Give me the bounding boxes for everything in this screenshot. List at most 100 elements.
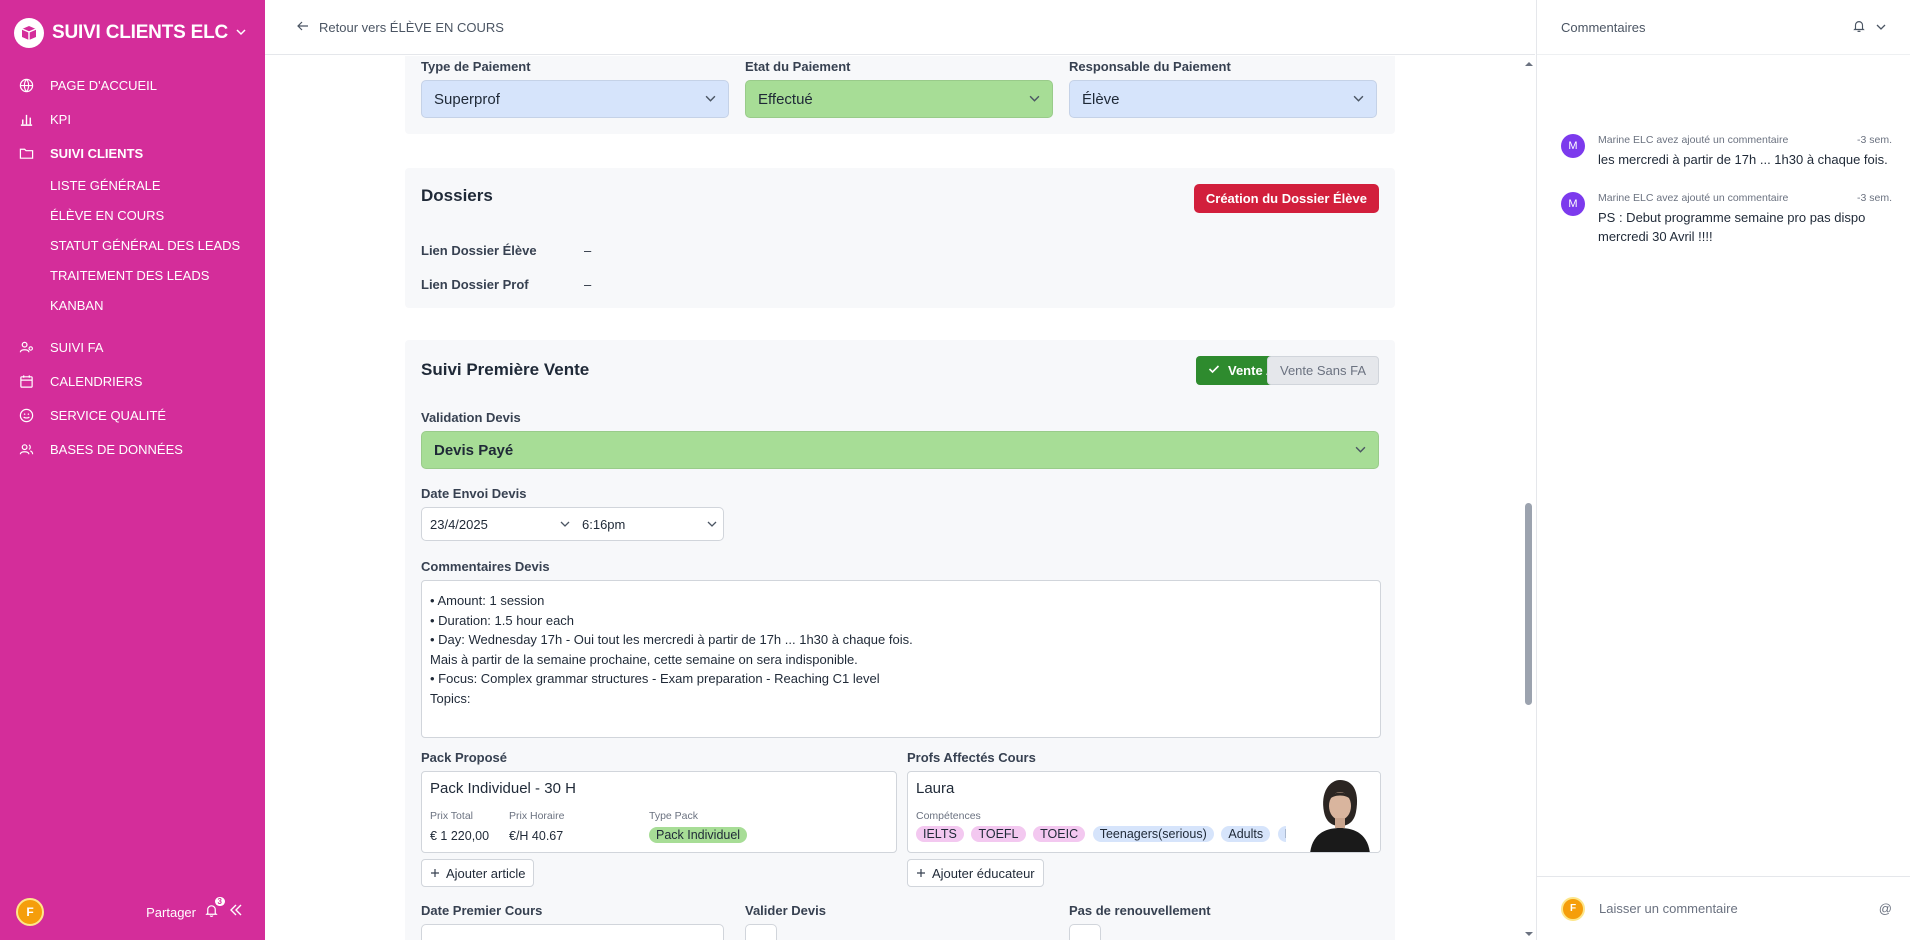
sidebar-subitem-traitement[interactable]: TRAITEMENT DES LEADS xyxy=(0,260,265,290)
premiere-vente-section: Suivi Première Vente Vente Avec FA Vente… xyxy=(405,340,1395,940)
date-premier-cours-field[interactable] xyxy=(421,924,724,940)
dossiers-title: Dossiers xyxy=(421,186,493,205)
comment-item: M Marine ELC avez ajouté un commentaire -… xyxy=(1561,134,1892,169)
comment-item: M Marine ELC avez ajouté un commentaire -… xyxy=(1561,192,1892,246)
comment-input[interactable]: Laisser un commentaire xyxy=(1599,901,1738,916)
comment-action: avez ajouté un commentaire xyxy=(1656,134,1789,146)
prix-horaire-value: €/H 40.67 xyxy=(509,829,564,843)
competence-tag: TOEIC xyxy=(1033,826,1086,842)
scroll-down-icon[interactable] xyxy=(1523,928,1535,940)
dossier-eleve-value[interactable]: – xyxy=(584,243,591,258)
workspace-switcher[interactable]: SUIVI CLIENTS ELC xyxy=(14,18,246,48)
bell-icon xyxy=(204,905,219,921)
app-name: SUIVI CLIENTS ELC xyxy=(52,22,229,43)
chevron-down-icon xyxy=(1029,91,1040,108)
comment-time: -3 sem. xyxy=(1856,134,1892,146)
sidebar-subitem-kanban[interactable]: KANBAN xyxy=(0,290,265,320)
collapse-sidebar-icon[interactable] xyxy=(229,903,243,922)
pack-card[interactable]: Pack Individuel - 30 H Prix Total € 1 22… xyxy=(421,771,897,853)
competences-tags: IELTS TOEFL TOEIC Teenagers(serious) Adu… xyxy=(916,826,1286,842)
payment-resp-select[interactable]: Élève xyxy=(1069,80,1377,118)
payment-resp-label: Responsable du Paiement xyxy=(1069,59,1231,74)
sidebar-item-label: PAGE D'ACCUEIL xyxy=(50,77,157,93)
validation-devis-label: Validation Devis xyxy=(421,410,521,425)
comment-avatar: M xyxy=(1561,134,1585,158)
chevron-down-icon xyxy=(1355,442,1366,459)
date-envoi-field: 23/4/2025 6:16pm xyxy=(421,507,724,541)
chevron-down-icon xyxy=(236,26,246,40)
comments-title: Commentaires xyxy=(1561,19,1646,35)
validation-devis-select[interactable]: Devis Payé xyxy=(421,431,1379,469)
date-envoi-value[interactable]: 23/4/2025 xyxy=(430,517,488,532)
sidebar-item-kpi[interactable]: KPI xyxy=(0,102,265,136)
add-educateur-button[interactable]: Ajouter éducateur xyxy=(907,859,1044,887)
pas-renouvellement-label: Pas de renouvellement xyxy=(1069,903,1211,918)
comments-notify-button[interactable] xyxy=(1852,19,1886,36)
sidebar-item-suivi-fa[interactable]: SUIVI FA xyxy=(0,330,265,364)
type-pack-tag: Pack Individuel xyxy=(649,827,748,843)
comment-text: les mercredi à partir de 17h ... 1h30 à … xyxy=(1598,152,1888,167)
prix-total-value: € 1 220,00 xyxy=(430,829,490,843)
comment-author: Marine ELC xyxy=(1598,192,1654,204)
arrow-left-icon[interactable] xyxy=(297,20,309,35)
sidebar-footer: F Partager 3 xyxy=(0,884,265,940)
comments-header: Commentaires xyxy=(1537,0,1910,55)
sidebar-subitem-eleve[interactable]: ÉLÈVE EN COURS xyxy=(0,200,265,230)
sidebar-item-label: BASES DE DONNÉES xyxy=(50,441,183,457)
dossier-prof-value[interactable]: – xyxy=(584,277,591,292)
sidebar-item-accueil[interactable]: PAGE D'ACCUEIL xyxy=(0,68,265,102)
pack-propose-label: Pack Proposé xyxy=(421,750,507,765)
chevron-down-icon[interactable] xyxy=(707,517,717,532)
valider-devis-checkbox[interactable] xyxy=(745,924,777,940)
dossiers-section: Dossiers Création du Dossier Élève Lien … xyxy=(405,168,1395,308)
comment-text: PS : Debut programme semaine pro pas dis… xyxy=(1598,210,1866,244)
date-premier-cours-label: Date Premier Cours xyxy=(421,903,543,918)
chevron-down-icon[interactable] xyxy=(560,517,570,532)
payment-state-select[interactable]: Effectué xyxy=(745,80,1053,118)
mention-icon[interactable]: @ xyxy=(1879,901,1892,916)
vente-sans-fa-button[interactable]: Vente Sans FA xyxy=(1266,356,1379,385)
user-avatar[interactable]: F xyxy=(16,898,44,926)
add-article-button[interactable]: Ajouter article xyxy=(421,859,535,887)
users-icon xyxy=(18,441,34,457)
sidebar-subitem-statut[interactable]: STATUT GÉNÉRAL DES LEADS xyxy=(0,230,265,260)
app-logo-icon xyxy=(14,18,44,48)
prix-horaire-label: Prix Horaire xyxy=(509,810,565,822)
sidebar-subitem-liste[interactable]: LISTE GÉNÉRALE xyxy=(0,170,265,200)
comments-panel: Commentaires M Marine ELC avez ajouté un… xyxy=(1536,0,1910,940)
sidebar-item-calendriers[interactable]: CALENDRIERS xyxy=(0,364,265,398)
back-link[interactable]: Retour vers ÉLÈVE EN COURS xyxy=(319,20,504,35)
share-button[interactable]: Partager xyxy=(146,905,196,920)
dossier-eleve-label: Lien Dossier Élève xyxy=(421,242,537,258)
sidebar-item-label: CALENDRIERS xyxy=(50,373,143,389)
prof-card[interactable]: Laura Compétences IELTS TOEFL TOEIC Teen… xyxy=(907,771,1381,853)
vente-title: Suivi Première Vente xyxy=(421,360,590,379)
comment-line: • Focus: Complex grammar structures - Ex… xyxy=(430,671,880,686)
comment-author: Marine ELC xyxy=(1598,134,1654,146)
commentaires-devis-label: Commentaires Devis xyxy=(421,559,550,574)
time-envoi-value[interactable]: 6:16pm xyxy=(582,517,625,532)
sidebar-item-bases[interactable]: BASES DE DONNÉES xyxy=(0,432,265,466)
add-educateur-label: Ajouter éducateur xyxy=(932,865,1035,881)
notification-count-badge: 3 xyxy=(214,897,225,906)
chevron-down-icon xyxy=(1353,91,1364,108)
date-envoi-label: Date Envoi Devis xyxy=(421,486,527,501)
composer-avatar: F xyxy=(1561,896,1585,921)
payment-type-label: Type de Paiement xyxy=(421,59,531,74)
sidebar-item-service-qualite[interactable]: SERVICE QUALITÉ xyxy=(0,398,265,432)
prof-photo xyxy=(1300,772,1380,852)
commentaires-devis-textarea[interactable]: • Amount: 1 session • Duration: 1.5 hour… xyxy=(421,580,1381,738)
payment-state-label: Etat du Paiement xyxy=(745,59,851,74)
folder-icon xyxy=(18,145,34,161)
sidebar-item-suivi-clients[interactable]: SUIVI CLIENTS xyxy=(0,136,265,170)
notifications-button[interactable]: 3 xyxy=(204,897,225,921)
scroll-up-icon[interactable] xyxy=(1523,58,1535,70)
main-scrollbar[interactable] xyxy=(1523,56,1535,940)
competence-tag: Adults xyxy=(1221,826,1271,842)
payment-type-select[interactable]: Superprof xyxy=(421,80,729,118)
comment-avatar: M xyxy=(1561,192,1585,216)
sidebar-item-label: SERVICE QUALITÉ xyxy=(50,407,167,423)
pas-renouvellement-checkbox[interactable] xyxy=(1069,924,1101,940)
scrollbar-thumb[interactable] xyxy=(1525,503,1532,705)
create-dossier-button[interactable]: Création du Dossier Élève xyxy=(1193,184,1379,213)
